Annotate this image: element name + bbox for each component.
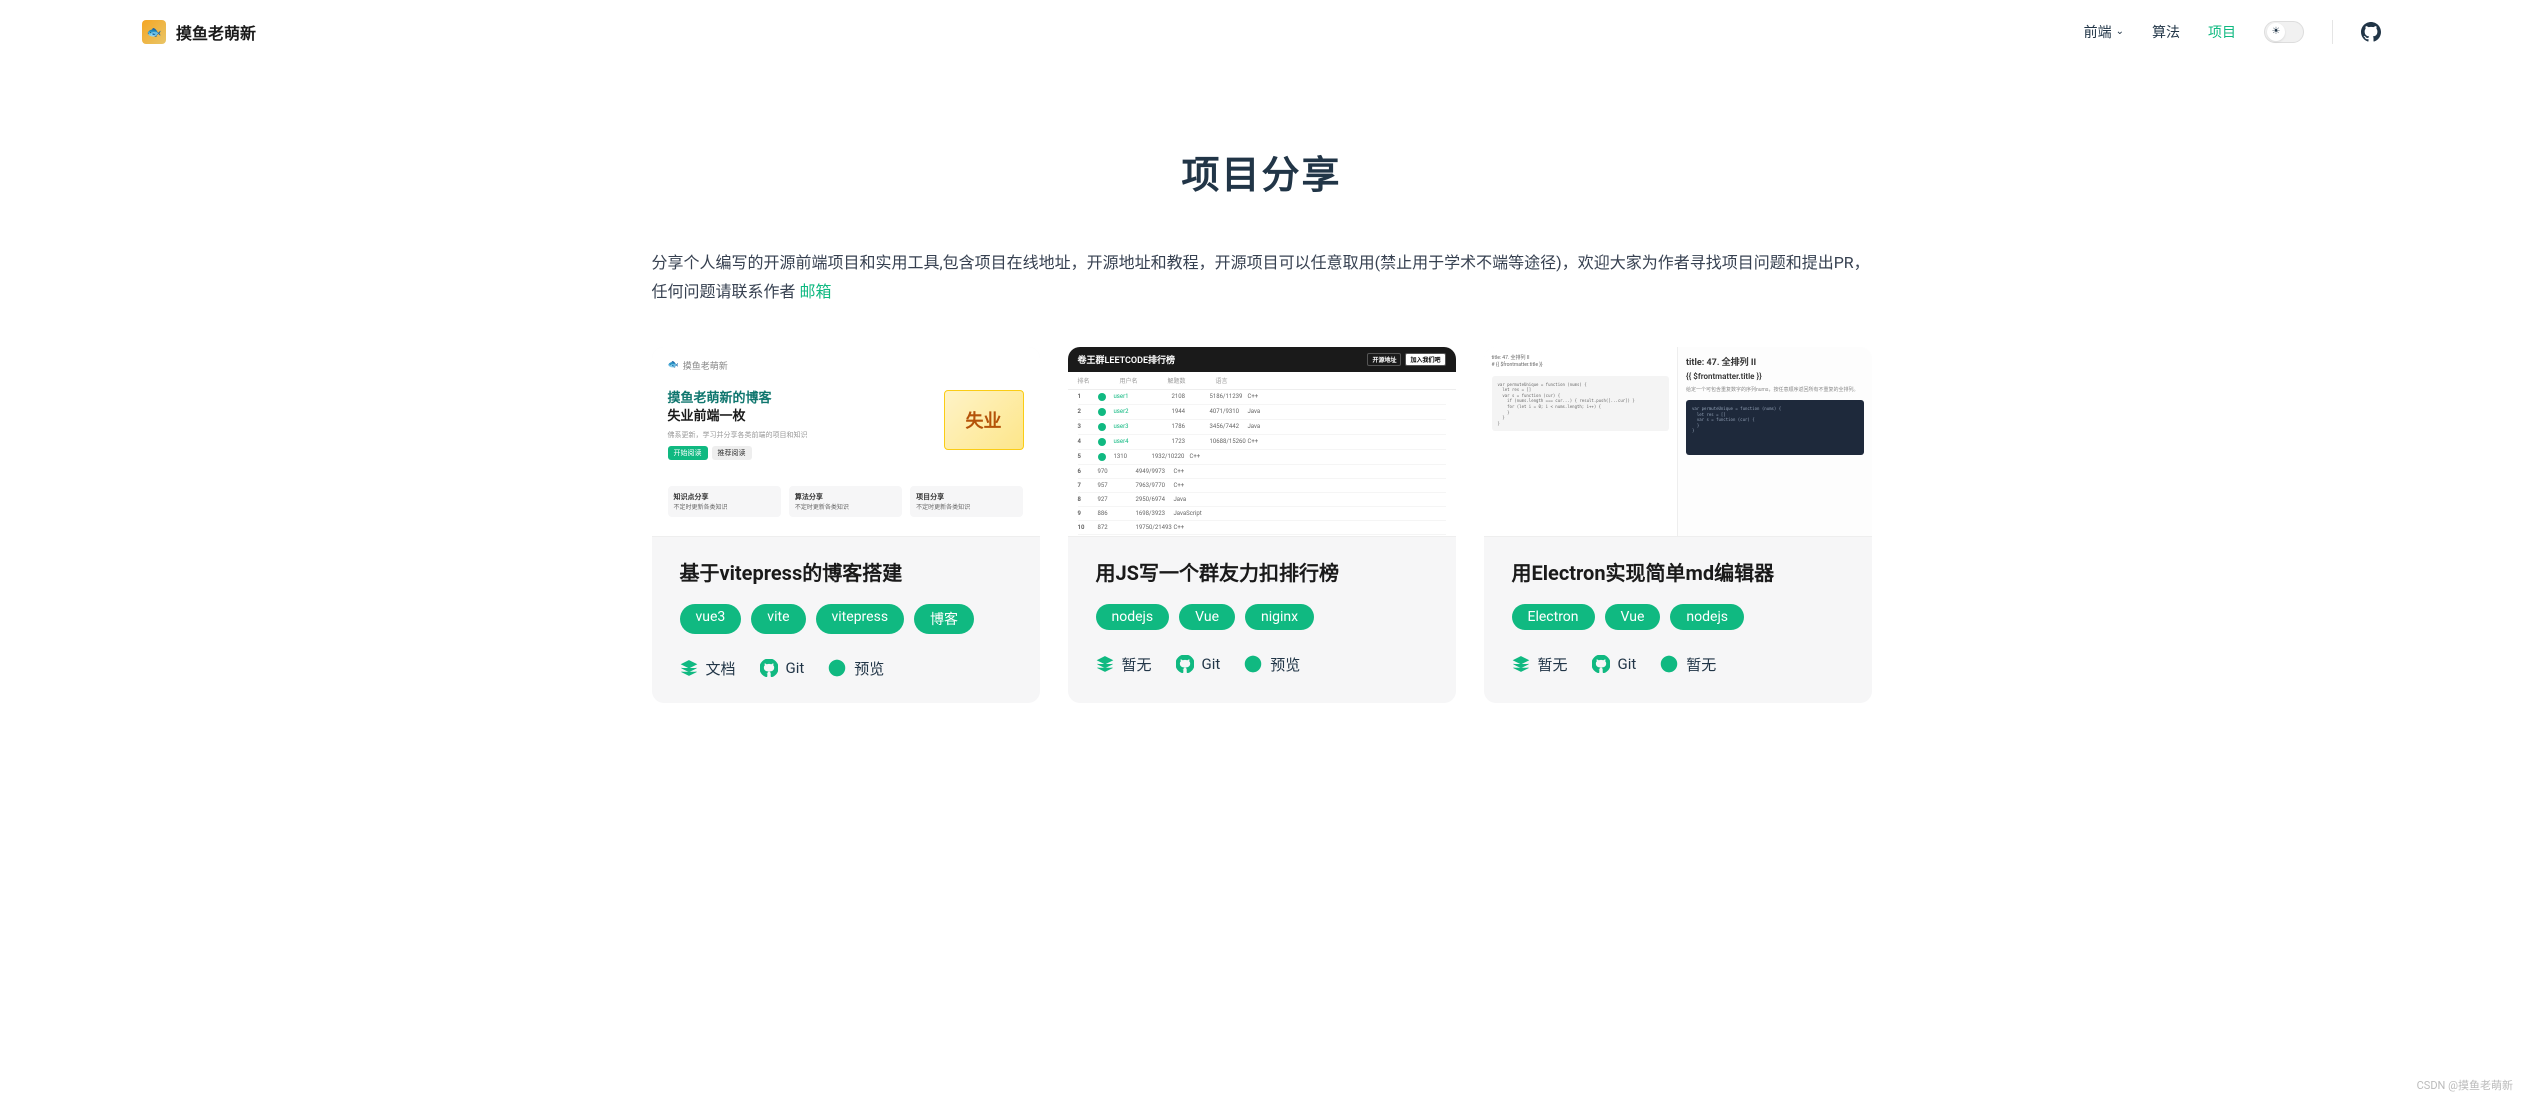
- project-card: 卷王群LEETCODE排行榜 开源地址 加入我们吧 排名用户名解题数语言 1us…: [1068, 347, 1456, 703]
- thumb-hero1: 摸鱼老萌新的博客: [668, 390, 808, 408]
- watermark: CSDN @摸鱼老萌新: [2417, 1077, 2513, 1093]
- card-thumbnail: title: 47. 全排列 II # {{ $frontmatter.titl…: [1484, 347, 1872, 537]
- globe-icon: [828, 659, 846, 677]
- preview-link[interactable]: 预览: [828, 658, 884, 679]
- project-card: 🐟摸鱼老萌新 摸鱼老萌新的博客 失业前端一枚 佛系更新，学习并分享各类前端的项目…: [652, 347, 1040, 703]
- tag[interactable]: niginx: [1245, 604, 1314, 630]
- card-thumbnail: 卷王群LEETCODE排行榜 开源地址 加入我们吧 排名用户名解题数语言 1us…: [1068, 347, 1456, 537]
- site-title: 摸鱼老萌新: [176, 20, 256, 44]
- layers-icon: [680, 659, 698, 677]
- nav-link-algorithm[interactable]: 算法: [2152, 22, 2180, 42]
- tag[interactable]: Electron: [1512, 604, 1595, 630]
- project-card: title: 47. 全排列 II # {{ $frontmatter.titl…: [1484, 347, 1872, 703]
- thumb-btn: 推荐阅读: [712, 446, 752, 460]
- navbar-menu: 前端 ⌄ 算法 项目: [2084, 20, 2381, 44]
- thumb-btn: 加入我们吧: [1405, 353, 1445, 366]
- doc-link[interactable]: 文档: [680, 658, 736, 679]
- thumb-brand: 摸鱼老萌新: [683, 359, 728, 372]
- thumb-btn: 开源地址: [1367, 353, 1401, 366]
- card-thumbnail: 🐟摸鱼老萌新 摸鱼老萌新的博客 失业前端一枚 佛系更新，学习并分享各类前端的项目…: [652, 347, 1040, 537]
- intro-prefix: 分享个人编写的开源前端项目和实用工具,包含项目在线地址，开源地址和教程，开源项目…: [652, 253, 1870, 301]
- tag[interactable]: Vue: [1179, 604, 1235, 630]
- thumb-btn: 开始阅读: [668, 446, 708, 460]
- layers-icon: [1096, 655, 1114, 673]
- thumb-illustration: 失业: [944, 390, 1024, 450]
- globe-icon: [1244, 655, 1262, 673]
- thumb-sub: 佛系更新，学习并分享各类前端的项目和知识: [668, 430, 808, 440]
- theme-toggle[interactable]: [2264, 21, 2304, 43]
- github-icon: [760, 659, 778, 677]
- thumb-editor-left: title: 47. 全排列 II # {{ $frontmatter.titl…: [1484, 347, 1679, 536]
- divider: [2332, 20, 2333, 44]
- nav-link-frontend[interactable]: 前端 ⌄: [2084, 22, 2124, 42]
- nav-link-label: 算法: [2152, 22, 2180, 42]
- card-tags: Electron Vue nodejs: [1512, 604, 1844, 630]
- page-title: 项目分享: [642, 144, 1882, 199]
- chevron-down-icon: ⌄: [2116, 26, 2124, 37]
- nav-link-project[interactable]: 项目: [2208, 22, 2236, 42]
- intro-link-email[interactable]: 邮箱: [799, 282, 831, 301]
- main-content: 项目分享 分享个人编写的开源前端项目和实用工具,包含项目在线地址，开源地址和教程…: [622, 64, 1902, 743]
- navbar-brand[interactable]: 🐟 摸鱼老萌新: [142, 20, 256, 44]
- card-links: 暂无 Git 预览: [1096, 654, 1428, 675]
- thumb-editor-right: title: 47. 全排列 II {{ $frontmatter.title …: [1678, 347, 1872, 536]
- tag[interactable]: nodejs: [1670, 604, 1744, 630]
- card-tags: vue3 vite vitepress 博客: [680, 604, 1012, 634]
- thumb-box: 知识点分享: [674, 492, 775, 502]
- tag[interactable]: vite: [751, 604, 805, 634]
- thumb-box: 算法分享: [795, 492, 896, 502]
- git-link[interactable]: Git: [1176, 655, 1221, 673]
- tag[interactable]: 博客: [914, 604, 974, 634]
- thumb-box: 项目分享: [916, 492, 1017, 502]
- github-icon: [1592, 655, 1610, 673]
- card-title: 用Electron实现简单md编辑器: [1512, 557, 1844, 586]
- doc-link[interactable]: 暂无: [1096, 654, 1152, 675]
- card-title: 基于vitepress的博客搭建: [680, 557, 1012, 586]
- card-links: 暂无 Git 暂无: [1512, 654, 1844, 675]
- preview-link[interactable]: 暂无: [1660, 654, 1716, 675]
- github-icon: [1176, 655, 1194, 673]
- thumb-hero2: 失业前端一枚: [668, 408, 808, 426]
- git-link[interactable]: Git: [760, 659, 805, 677]
- card-tags: nodejs Vue niginx: [1096, 604, 1428, 630]
- intro-text: 分享个人编写的开源前端项目和实用工具,包含项目在线地址，开源地址和教程，开源项目…: [642, 249, 1882, 307]
- git-link[interactable]: Git: [1592, 655, 1637, 673]
- github-icon[interactable]: [2361, 22, 2381, 42]
- tag[interactable]: Vue: [1605, 604, 1661, 630]
- tag[interactable]: nodejs: [1096, 604, 1170, 630]
- nav-link-label: 前端: [2084, 22, 2112, 42]
- thumb-table: 1user121085186/11239C++ 2user219444071/9…: [1068, 390, 1456, 537]
- doc-link[interactable]: 暂无: [1512, 654, 1568, 675]
- card-links: 文档 Git 预览: [680, 658, 1012, 679]
- preview-link[interactable]: 预览: [1244, 654, 1300, 675]
- globe-icon: [1660, 655, 1678, 673]
- tag[interactable]: vue3: [680, 604, 742, 634]
- thumb-title: 卷王群LEETCODE排行榜: [1078, 353, 1176, 366]
- tag[interactable]: vitepress: [816, 604, 905, 634]
- navbar: 🐟 摸鱼老萌新 前端 ⌄ 算法 项目: [0, 0, 2523, 64]
- layers-icon: [1512, 655, 1530, 673]
- logo-icon: 🐟: [142, 20, 166, 44]
- nav-link-label: 项目: [2208, 22, 2236, 42]
- card-title: 用JS写一个群友力扣排行榜: [1096, 557, 1428, 586]
- cards-grid: 🐟摸鱼老萌新 摸鱼老萌新的博客 失业前端一枚 佛系更新，学习并分享各类前端的项目…: [642, 347, 1882, 703]
